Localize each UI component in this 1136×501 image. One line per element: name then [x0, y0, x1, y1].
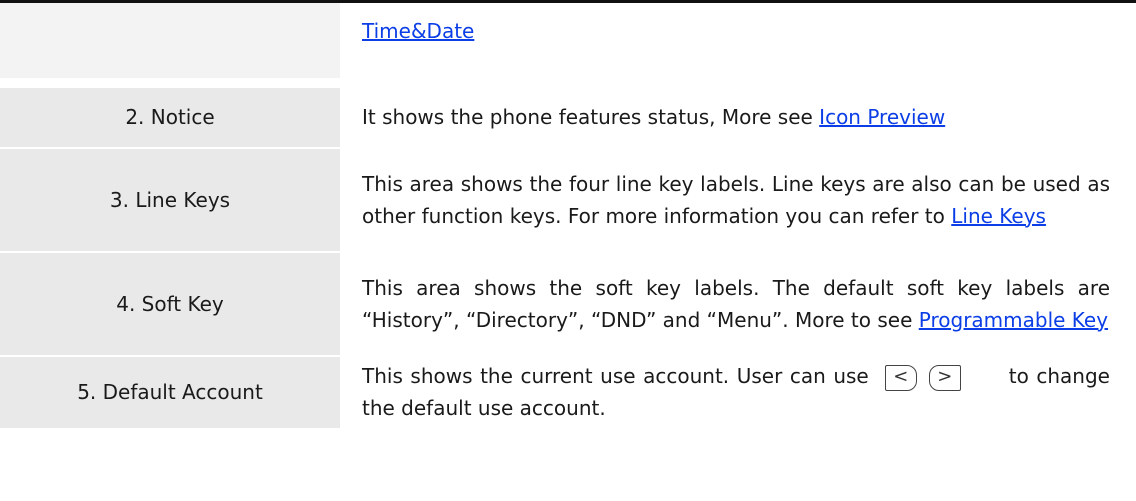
row-label-default-account: 5. Default Account	[0, 355, 340, 428]
row-description-notice: It shows the phone features status, More…	[340, 87, 1136, 149]
row-label-notice: 2. Notice	[0, 87, 340, 149]
table-row-default-account: 5. Default Account This shows the curren…	[0, 355, 1136, 428]
left-arrow-key-icon: <	[884, 364, 917, 391]
feature-description-table: Time&Date 2. Notice It shows the phone f…	[0, 0, 1136, 428]
left-arrow-glyph: <	[893, 365, 909, 387]
row-label-empty	[0, 0, 340, 78]
icon-preview-link[interactable]: Icon Preview	[819, 105, 945, 129]
row-description: Time&Date	[340, 0, 1136, 78]
row-label-line-keys: 3. Line Keys	[0, 147, 340, 253]
table-row-notice: 2. Notice It shows the phone features st…	[0, 87, 1136, 149]
table-row-line-keys: 3. Line Keys This area shows the four li…	[0, 147, 1136, 253]
row-description-line-keys: This area shows the four line key labels…	[340, 147, 1136, 253]
programmable-key-link[interactable]: Programmable Key	[919, 308, 1108, 332]
row-gap	[0, 77, 1136, 88]
row-label-soft-key: 4. Soft Key	[0, 251, 340, 357]
right-arrow-glyph: >	[937, 365, 953, 387]
default-account-text: This shows the current use account. User…	[362, 364, 869, 388]
table-row-time-date: Time&Date	[0, 0, 1136, 78]
line-keys-link[interactable]: Line Keys	[951, 204, 1046, 228]
time-date-link[interactable]: Time&Date	[362, 19, 474, 43]
table-row-soft-key: 4. Soft Key This area shows the soft key…	[0, 251, 1136, 357]
gap-cell	[0, 77, 340, 88]
row-description-default-account: This shows the current use account. User…	[340, 355, 1136, 428]
right-arrow-key-icon: >	[928, 364, 961, 391]
gap-cell	[340, 77, 1136, 88]
notice-text: It shows the phone features status, More…	[362, 105, 820, 129]
row-description-soft-key: This area shows the soft key labels. The…	[340, 251, 1136, 357]
